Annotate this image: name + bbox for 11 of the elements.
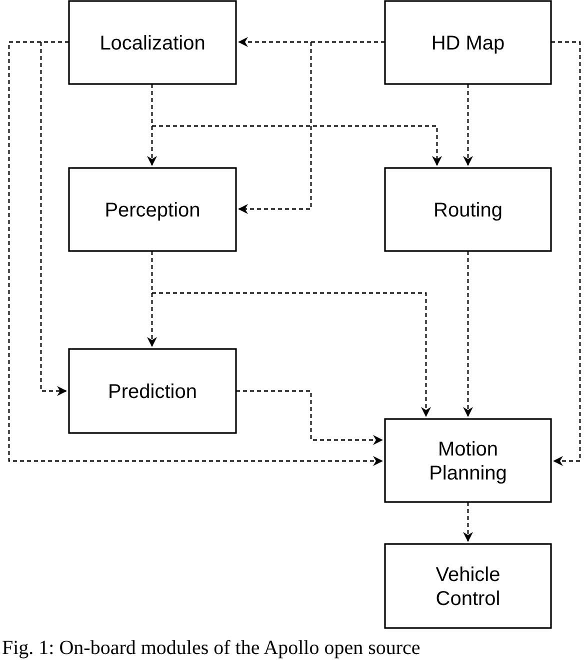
module-label: Vehicle [436,564,500,586]
figure-caption: Fig. 1: On-board modules of the Apollo open source [1,636,422,660]
module-label: Localization [100,32,206,54]
module-label: Control [436,588,500,610]
dashed-arrow [463,502,473,542]
module-label: Prediction [108,381,197,403]
module-label: Perception [104,200,200,222]
module-label: Motion [438,438,498,460]
module-label: HD Map [431,32,505,54]
module-label: Planning [429,462,507,484]
module-label: Routing [434,200,502,222]
